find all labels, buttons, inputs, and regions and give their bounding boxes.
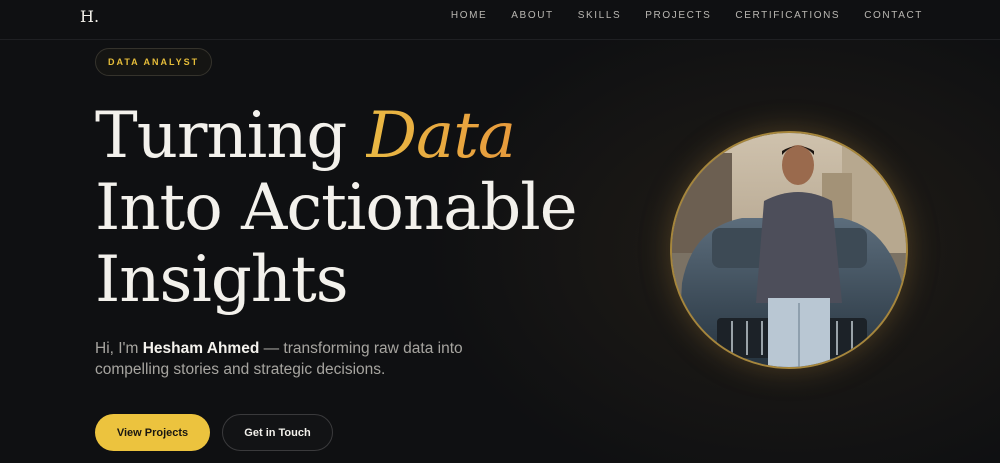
view-projects-button[interactable]: View Projects: [95, 414, 210, 451]
profile-photo-illustration: [672, 133, 906, 367]
nav-link-projects[interactable]: PROJECTS: [645, 10, 711, 21]
top-nav: H. HOME ABOUT SKILLS PROJECTS CERTIFICAT…: [0, 0, 1000, 40]
headline-line2: Into Actionable: [95, 171, 578, 245]
headline-prefix: Turning: [95, 99, 366, 173]
hero-intro: Hi, I'm Hesham Ahmed — transforming raw …: [95, 338, 515, 380]
headline-line3: Insights: [95, 243, 349, 317]
site-logo[interactable]: H.: [80, 7, 99, 26]
nav-links: HOME ABOUT SKILLS PROJECTS CERTIFICATION…: [427, 10, 923, 21]
intro-prefix: Hi, I'm: [95, 340, 143, 357]
nav-link-certifications[interactable]: CERTIFICATIONS: [735, 10, 840, 21]
hero-headline: Turning Data Into Actionable Insights: [95, 100, 655, 316]
intro-name: Hesham Ahmed: [142, 340, 260, 357]
nav-link-home[interactable]: HOME: [451, 10, 487, 21]
nav-link-contact[interactable]: CONTACT: [864, 10, 923, 21]
role-badge: DATA ANALYST: [95, 48, 213, 76]
get-in-touch-button[interactable]: Get in Touch: [222, 414, 333, 451]
headline-accent: Data: [365, 99, 516, 173]
nav-link-skills[interactable]: SKILLS: [578, 10, 622, 21]
nav-link-about[interactable]: ABOUT: [511, 10, 553, 21]
profile-photo: [670, 131, 908, 369]
